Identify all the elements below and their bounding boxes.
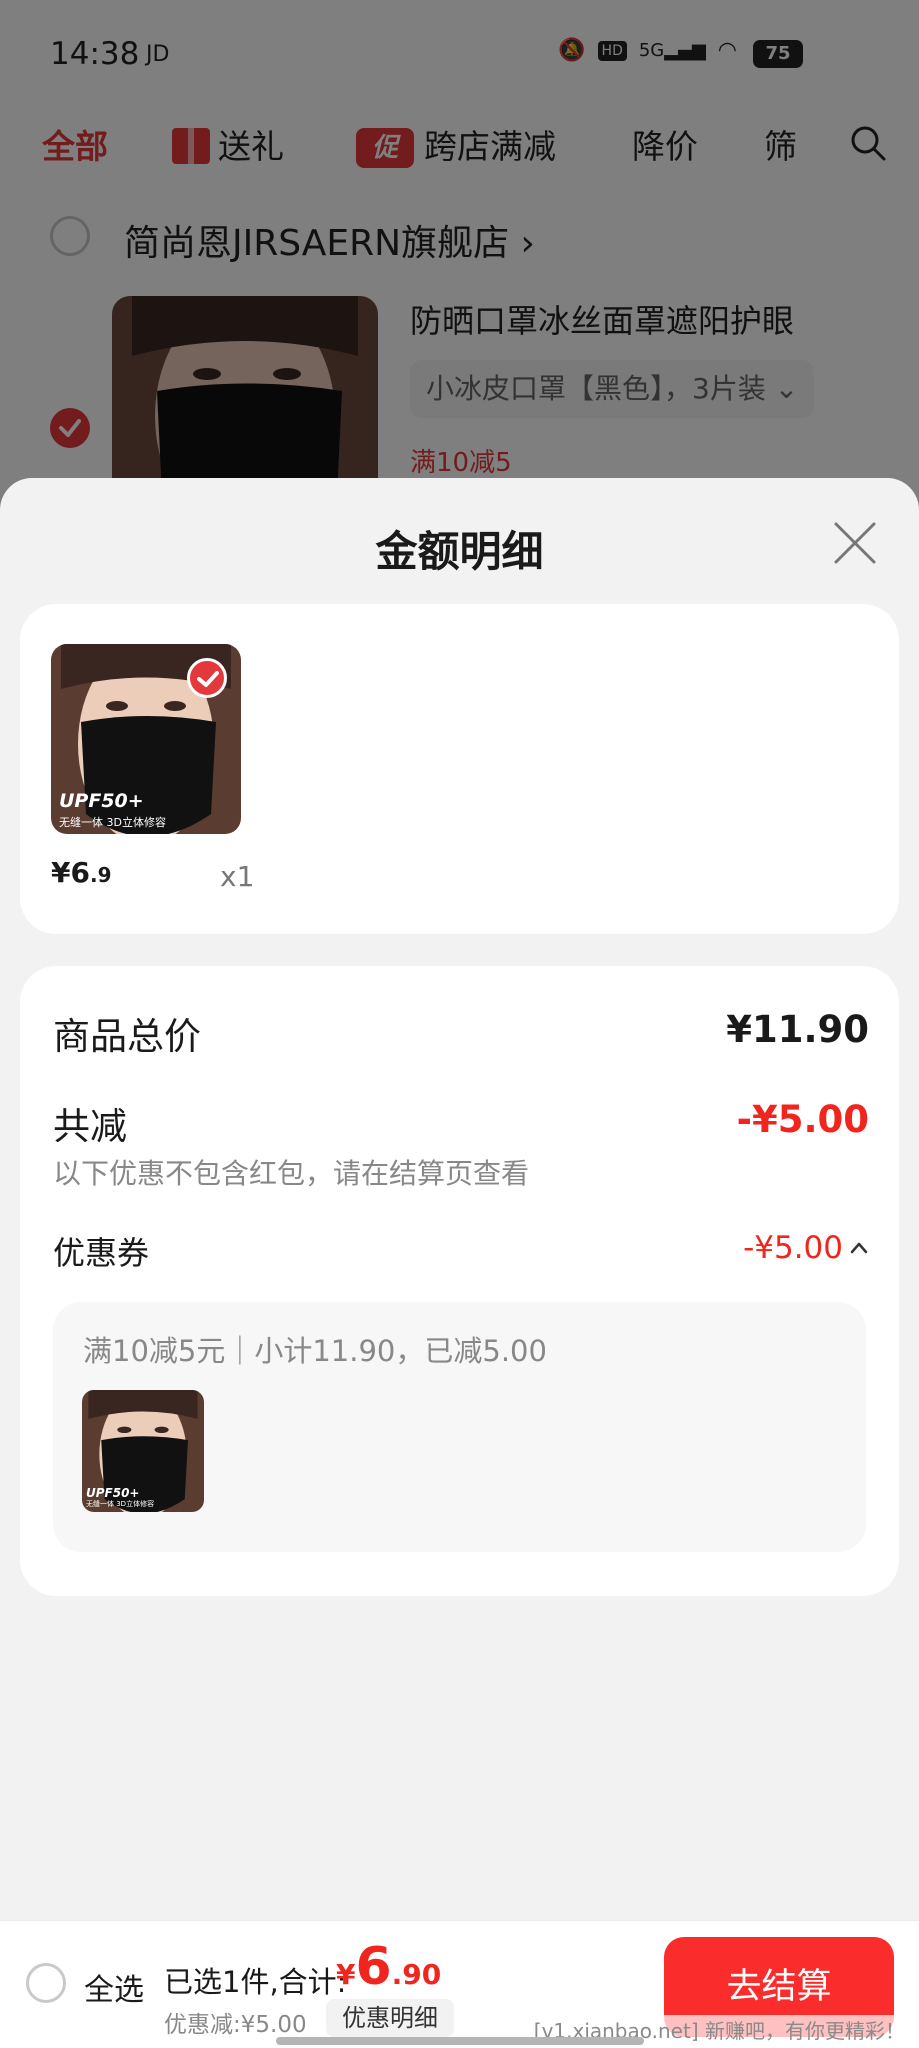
coupon-value[interactable]: -¥5.00 [743,1230,843,1266]
total-currency: ¥ [336,1958,356,1991]
total-integer: 6 [355,1937,392,1997]
selected-count-text: 已选1件,合计: [164,1965,347,1999]
product-price: ¥6.9 [51,856,111,889]
product-thumbnail[interactable]: UPF50+ 无缝一体 3D立体修容 [51,644,241,834]
price-decimal: .9 [89,863,112,887]
price-integer: 6 [70,856,90,889]
coupon-detail-text: 满10减5元｜小计11.90，已减5.00 [83,1334,547,1368]
modal-backdrop[interactable] [0,0,919,520]
selected-products-card: UPF50+ 无缝一体 3D立体修容 ¥6.9 x1 [20,604,899,934]
select-all-label[interactable]: 全选 [84,1965,144,2009]
select-all-checkbox[interactable] [26,1963,66,2003]
amount-detail-sheet: 金额明细 UPF50+ 无缝一体 3D立体修容 ¥6.9 x1 商品总价 ¥11… [0,478,919,1920]
upf-label: UPF50+ [86,1486,140,1500]
chevron-up-icon[interactable] [849,1238,869,1258]
price-symbol: ¥ [51,856,71,889]
reduction-value: -¥5.00 [736,1098,869,1141]
total-price-value: ¥11.90 [726,1008,869,1051]
discount-text: 优惠减:¥5.00 [164,2012,307,2038]
upf-sublabel: 无缝一体 3D立体修容 [86,1500,155,1508]
total-amount: ¥6.90 [336,1937,441,1997]
upf-sublabel: 无缝一体 3D立体修容 [59,816,166,829]
price-summary-card: 商品总价 ¥11.90 共减 -¥5.00 以下优惠不包含红包，请在结算页查看 … [20,966,899,1596]
check-icon [197,671,219,687]
reduction-label: 共减 [53,1105,127,1148]
coupon-product-thumbnail[interactable]: UPF50+ 无缝一体 3D立体修容 [82,1390,204,1512]
product-selected-check [187,658,227,698]
reduction-note: 以下优惠不包含红包，请在结算页查看 [53,1157,530,1190]
total-price-label: 商品总价 [53,1015,201,1058]
checkout-bar: 全选 已选1件,合计: ¥6.90 优惠减:¥5.00 优惠明细 去结算 [v1… [0,1920,919,2048]
home-indicator[interactable] [276,2037,644,2045]
sheet-title: 金额明细 [375,527,544,576]
product-quantity: x1 [220,860,255,893]
coupon-label: 优惠券 [53,1234,150,1272]
discount-detail-button[interactable]: 优惠明细 [326,1999,454,2037]
coupon-detail-box: 满10减5元｜小计11.90，已减5.00 UPF50+ 无缝一体 3D立体修容 [53,1302,866,1552]
upf-label: UPF50+ [59,790,144,812]
close-icon[interactable] [832,520,878,566]
total-decimal: .90 [391,1958,442,1991]
